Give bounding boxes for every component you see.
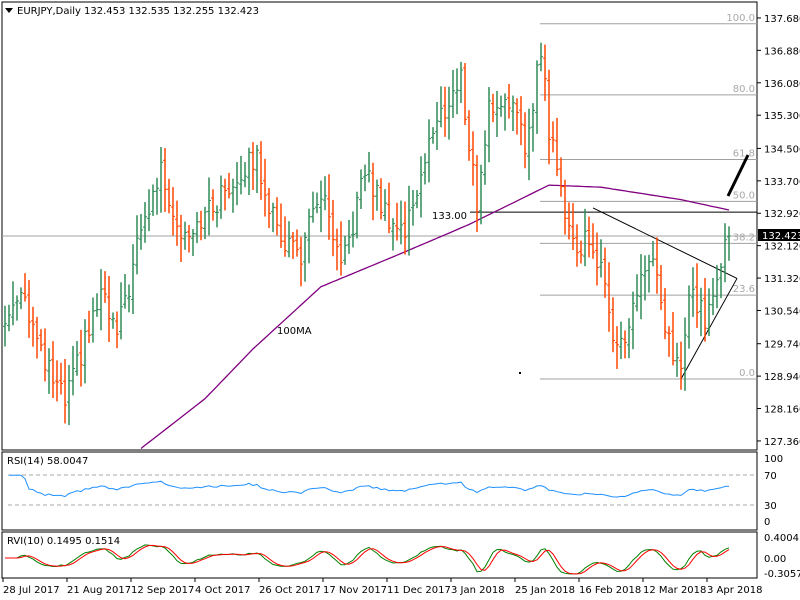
main-panel <box>1 1 758 451</box>
ma-label: 100MA <box>277 326 312 337</box>
chart-ohlc: 132.453 132.535 132.255 132.423 <box>84 6 259 17</box>
date-axis-label: 12 Sep 2017 <box>131 585 194 596</box>
date-axis-label: 3 Apr 2018 <box>707 585 762 596</box>
rsi-axis-label: 70 <box>764 471 777 482</box>
current-price-label: 132.423 <box>762 231 800 242</box>
price-axis-label: 131.320 <box>764 274 800 285</box>
price-axis-label: 130.540 <box>764 306 800 317</box>
price-axis-label: 132.120 <box>764 242 800 253</box>
eurjpy-chart[interactable]: 100.0 80.0 61.8 50.0 38.2 23.6 0.0 137.680 136.… <box>0 0 800 600</box>
date-axis-label: 25 Jan 2018 <box>515 585 575 596</box>
date-axis-label: 21 Aug 2017 <box>67 585 131 596</box>
chart-symbol: EURJPY,Daily <box>17 6 81 17</box>
date-axis-label: 4 Oct 2017 <box>195 585 250 596</box>
fib-level-label: 61.8 <box>733 148 755 159</box>
price-axis-label: 134.500 <box>764 144 800 155</box>
date-axis-label: 11 Dec 2017 <box>387 585 451 596</box>
fib-level-label: 0.0 <box>739 368 755 379</box>
price-axis-label: 136.080 <box>764 79 800 90</box>
collapse-triangle-icon[interactable] <box>5 8 13 13</box>
price-axis-label: 133.700 <box>764 177 800 188</box>
level-label-133: 133.00 <box>432 211 467 222</box>
rsi-line <box>9 474 730 498</box>
rvi-title: RVI(10) 0.1495 0.1514 <box>7 536 120 547</box>
fib-level-label: 38.2 <box>733 232 755 243</box>
price-axis-label: 135.300 <box>764 111 800 122</box>
price-axis-label: 129.740 <box>764 340 800 351</box>
fib-level-label: 100.0 <box>726 13 755 24</box>
date-axis-label: 26 Oct 2017 <box>259 585 321 596</box>
price-axis-label: 128.160 <box>764 405 800 416</box>
rvi-signal-line <box>5 544 730 575</box>
price-axis-label: 128.940 <box>764 372 800 383</box>
price-axis-label: 137.680 <box>764 14 800 25</box>
date-axis-label: 28 Jul 2017 <box>3 585 60 596</box>
rvi-main-line <box>5 544 730 575</box>
rsi-axis-label: 0 <box>764 517 770 528</box>
price-axis-label: 132.920 <box>764 209 800 220</box>
date-axis-label: 12 Mar 2018 <box>643 585 706 596</box>
rvi-axis-label: 0.00 <box>764 554 786 565</box>
date-axis-label: 17 Nov 2017 <box>323 585 387 596</box>
fib-level-label: 80.0 <box>733 84 755 95</box>
price-axis-label: 136.880 <box>764 46 800 57</box>
fib-level-label: 50.0 <box>733 190 755 201</box>
dot-marker <box>519 372 521 374</box>
rvi-axis-label: -0.3057 <box>764 569 800 580</box>
rsi-title: RSI(14) 58.0047 <box>7 456 88 467</box>
fib-level-label: 23.6 <box>733 284 755 295</box>
date-axis-label: 16 Feb 2018 <box>579 585 641 596</box>
rvi-axis-label: 0.4004 <box>764 533 799 544</box>
rsi-axis-label: 100 <box>764 454 783 465</box>
date-axis-label: 3 Jan 2018 <box>451 585 505 596</box>
rsi-axis-label: 30 <box>764 501 777 512</box>
price-axis-label: 127.360 <box>764 437 800 448</box>
